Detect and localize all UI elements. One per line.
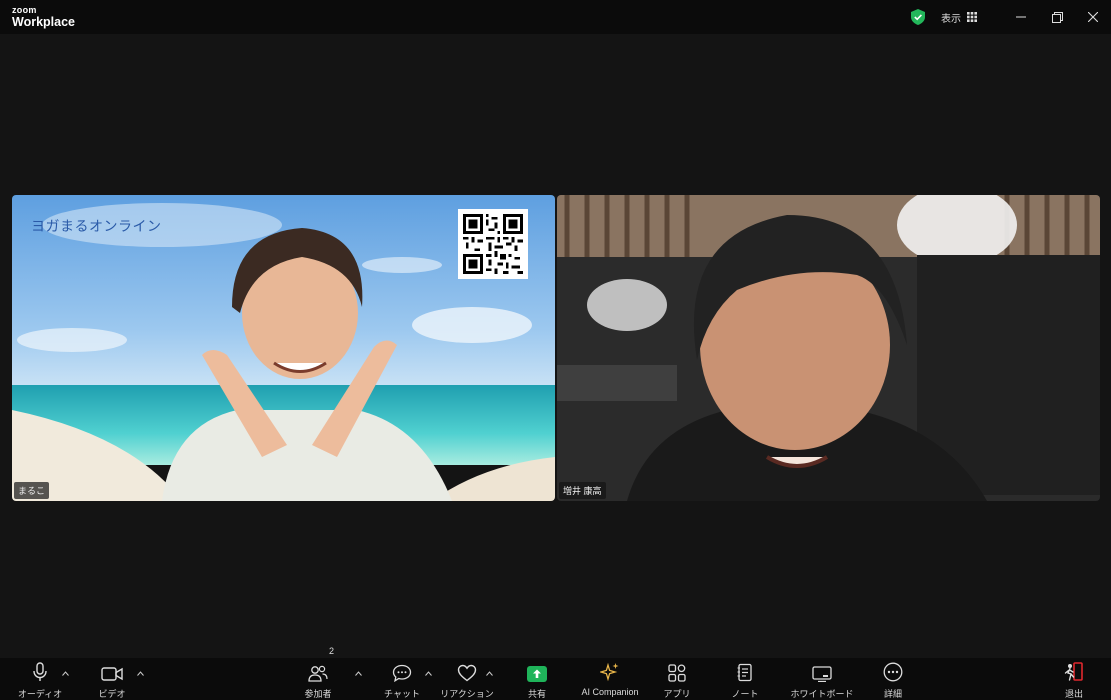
chat-label: チャット [384, 689, 420, 699]
notes-icon [737, 658, 753, 682]
sparkle-icon [600, 658, 620, 682]
participant-video-office [557, 195, 1100, 501]
video-label: ビデオ [98, 689, 126, 699]
meeting-toolbar: オーディオ ビデオ 2 参加者 チャット リアクション 共有 AI Compan… [0, 646, 1111, 700]
participant-name-tag: まるこ [14, 482, 50, 499]
logo-workplace-text: Workplace [12, 15, 75, 29]
video-gallery: ヨガまるオンライン まるこ 増井 康高 [12, 195, 1100, 501]
reactions-options-caret[interactable] [484, 668, 494, 678]
chevron-up-icon [485, 670, 493, 676]
participants-icon [308, 658, 328, 682]
leave-door-icon [1064, 658, 1084, 682]
ai-companion-button[interactable]: AI Companion [576, 658, 644, 700]
minimize-icon [1016, 16, 1026, 18]
grid-icon [967, 12, 977, 22]
audio-button[interactable]: オーディオ [17, 658, 63, 700]
close-icon [1088, 12, 1098, 22]
background-title: ヨガまるオンライン [31, 218, 162, 234]
video-tile-maruko[interactable]: ヨガまるオンライン まるこ [12, 195, 555, 501]
share-button[interactable]: 共有 [520, 658, 554, 700]
share-screen-icon [527, 658, 547, 682]
whiteboard-icon [812, 658, 832, 682]
audio-options-caret[interactable] [60, 668, 70, 678]
microphone-icon [32, 658, 48, 682]
encryption-shield-icon[interactable] [911, 9, 925, 25]
logo-zoom-text: zoom [12, 5, 37, 15]
leave-button[interactable]: 退出 [1056, 658, 1092, 700]
chat-bubble-icon [392, 658, 412, 682]
participants-options-caret[interactable] [353, 668, 363, 678]
apps-icon [668, 658, 686, 682]
ai-companion-label: AI Companion [581, 687, 639, 697]
participants-button[interactable]: 2 参加者 [298, 646, 338, 700]
notes-button[interactable]: ノート [727, 658, 763, 700]
audio-label: オーディオ [17, 689, 63, 699]
chevron-up-icon [354, 670, 362, 676]
view-button[interactable]: 表示 [941, 10, 977, 25]
notes-label: ノート [731, 689, 759, 699]
apps-label: アプリ [663, 689, 691, 699]
minimize-button[interactable] [1003, 0, 1039, 34]
apps-button[interactable]: アプリ [659, 658, 695, 700]
chevron-up-icon [136, 670, 144, 676]
restore-button[interactable] [1039, 0, 1075, 34]
reactions-label: リアクション [440, 689, 494, 699]
video-options-caret[interactable] [135, 668, 145, 678]
more-options-icon [883, 658, 903, 682]
video-camera-icon [101, 658, 123, 682]
chat-button[interactable]: チャット [382, 658, 422, 700]
more-label: 詳細 [883, 689, 902, 699]
video-button[interactable]: ビデオ [92, 658, 132, 700]
participant-name-tag: 増井 康高 [559, 482, 606, 499]
reactions-button[interactable]: リアクション [440, 658, 494, 700]
close-button[interactable] [1075, 0, 1111, 34]
whiteboard-label: ホワイトボード [790, 689, 854, 699]
whiteboard-button[interactable]: ホワイトボード [790, 658, 854, 700]
participants-label: 参加者 [304, 689, 332, 699]
video-tile-masui[interactable]: 増井 康高 [557, 195, 1100, 501]
chevron-up-icon [424, 670, 432, 676]
qr-code-image [458, 209, 528, 279]
participants-count: 2 [329, 646, 335, 656]
zoom-workplace-logo: zoom Workplace [12, 6, 75, 29]
chevron-up-icon [61, 670, 69, 676]
leave-label: 退出 [1064, 689, 1083, 699]
view-label: 表示 [941, 13, 961, 25]
share-label: 共有 [527, 689, 546, 699]
title-bar: zoom Workplace 表示 [0, 0, 1111, 34]
chat-options-caret[interactable] [423, 668, 433, 678]
more-button[interactable]: 詳細 [875, 658, 911, 700]
restore-icon [1051, 11, 1063, 23]
heart-icon [457, 658, 477, 682]
